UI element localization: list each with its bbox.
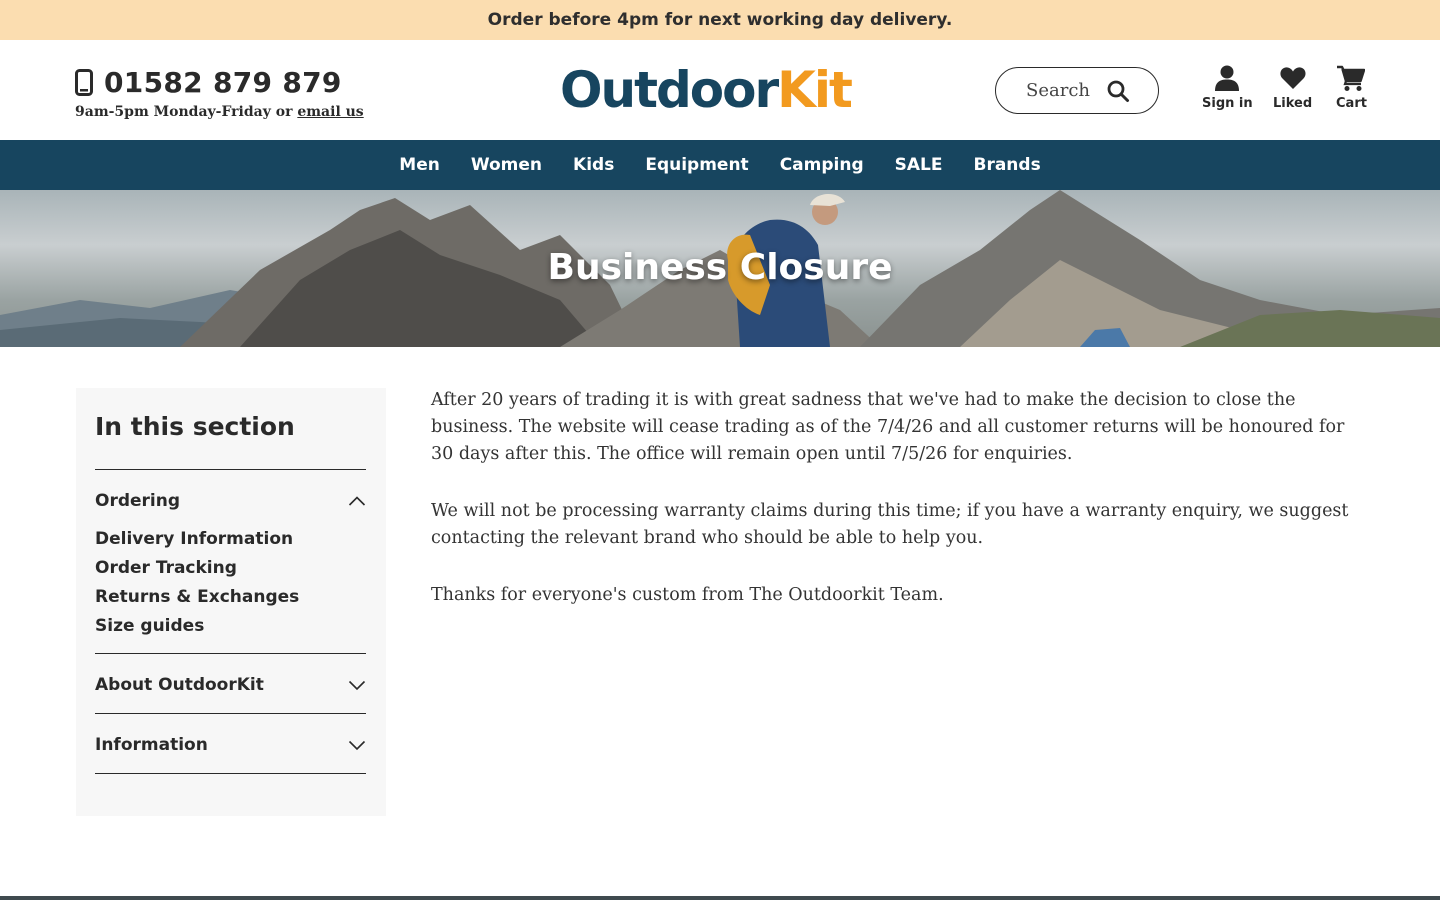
sign-in-label: Sign in [1202,96,1253,111]
main-navigation: Men Women Kids Equipment Camping SALE Br… [0,140,1440,190]
phone-number-link[interactable]: 01582 879 879 [104,66,342,99]
accordion-information: Information [95,713,366,774]
promo-text: Order before 4pm for next working day de… [487,10,953,30]
content-paragraph: Thanks for everyone's custom from The Ou… [431,585,944,605]
nav-item-equipment[interactable]: Equipment [645,155,748,175]
accordion-ordering: Ordering Delivery Information Order Trac… [95,469,366,653]
logo-text-kit: Kit [777,61,853,119]
site-header: 01582 879 879 9am-5pm Monday-Friday or e… [0,40,1440,140]
chevron-up-icon [348,495,366,506]
accordion-toggle-ordering[interactable]: Ordering [95,470,366,529]
search-input[interactable]: Search [995,67,1159,114]
opening-hours: 9am-5pm Monday-Friday or email us [75,104,364,120]
footer-top-edge [0,896,1440,900]
phone-icon [75,69,93,96]
content-paragraph: We will not be processing warranty claim… [431,501,1349,548]
nav-item-camping[interactable]: Camping [780,155,864,175]
accordion-title-ordering: Ordering [95,490,181,511]
accordion-about: About OutdoorKit [95,653,366,713]
site-logo[interactable]: OutdoorKit [560,60,853,120]
main-content: After 20 years of trading it is with gre… [431,387,1371,639]
promo-bar: Order before 4pm for next working day de… [0,0,1440,40]
hero-banner: Business Closure [0,190,1440,347]
nav-item-women[interactable]: Women [471,155,542,175]
sidebar-link-order-tracking[interactable]: Order Tracking [95,554,366,583]
cart-icon [1337,65,1366,91]
nav-item-men[interactable]: Men [399,155,440,175]
cart-label: Cart [1336,96,1367,111]
nav-item-sale[interactable]: SALE [895,155,943,175]
search-placeholder: Search [1026,80,1090,101]
section-sidebar: In this section Ordering Delivery Inform… [76,388,386,816]
liked-button[interactable]: Liked [1273,64,1312,111]
user-icon [1215,65,1240,91]
contact-block: 01582 879 879 9am-5pm Monday-Friday or e… [75,66,364,120]
sidebar-link-delivery-information[interactable]: Delivery Information [95,525,366,554]
search-icon[interactable] [1106,79,1130,103]
accordion-toggle-about[interactable]: About OutdoorKit [95,654,366,713]
liked-label: Liked [1273,96,1313,111]
accordion-toggle-information[interactable]: Information [95,714,366,773]
cart-button[interactable]: Cart [1336,64,1367,111]
sign-in-button[interactable]: Sign in [1202,64,1253,111]
sidebar-heading: In this section [95,412,295,441]
sidebar-link-returns-exchanges[interactable]: Returns & Exchanges [95,583,366,612]
chevron-down-icon [348,680,366,690]
content-paragraph: After 20 years of trading it is with gre… [431,390,1345,464]
email-us-link[interactable]: email us [297,104,363,120]
accordion-title-about: About OutdoorKit [95,674,264,695]
nav-item-kids[interactable]: Kids [573,155,614,175]
chevron-down-icon [348,740,366,750]
logo-text-outdoor: Outdoor [560,61,779,119]
accordion-title-information: Information [95,734,208,755]
heart-icon [1280,67,1306,89]
nav-item-brands[interactable]: Brands [973,155,1040,175]
accordion-links-ordering: Delivery Information Order Tracking Retu… [95,525,366,653]
page-title: Business Closure [547,247,893,288]
sidebar-link-size-guides[interactable]: Size guides [95,612,366,641]
